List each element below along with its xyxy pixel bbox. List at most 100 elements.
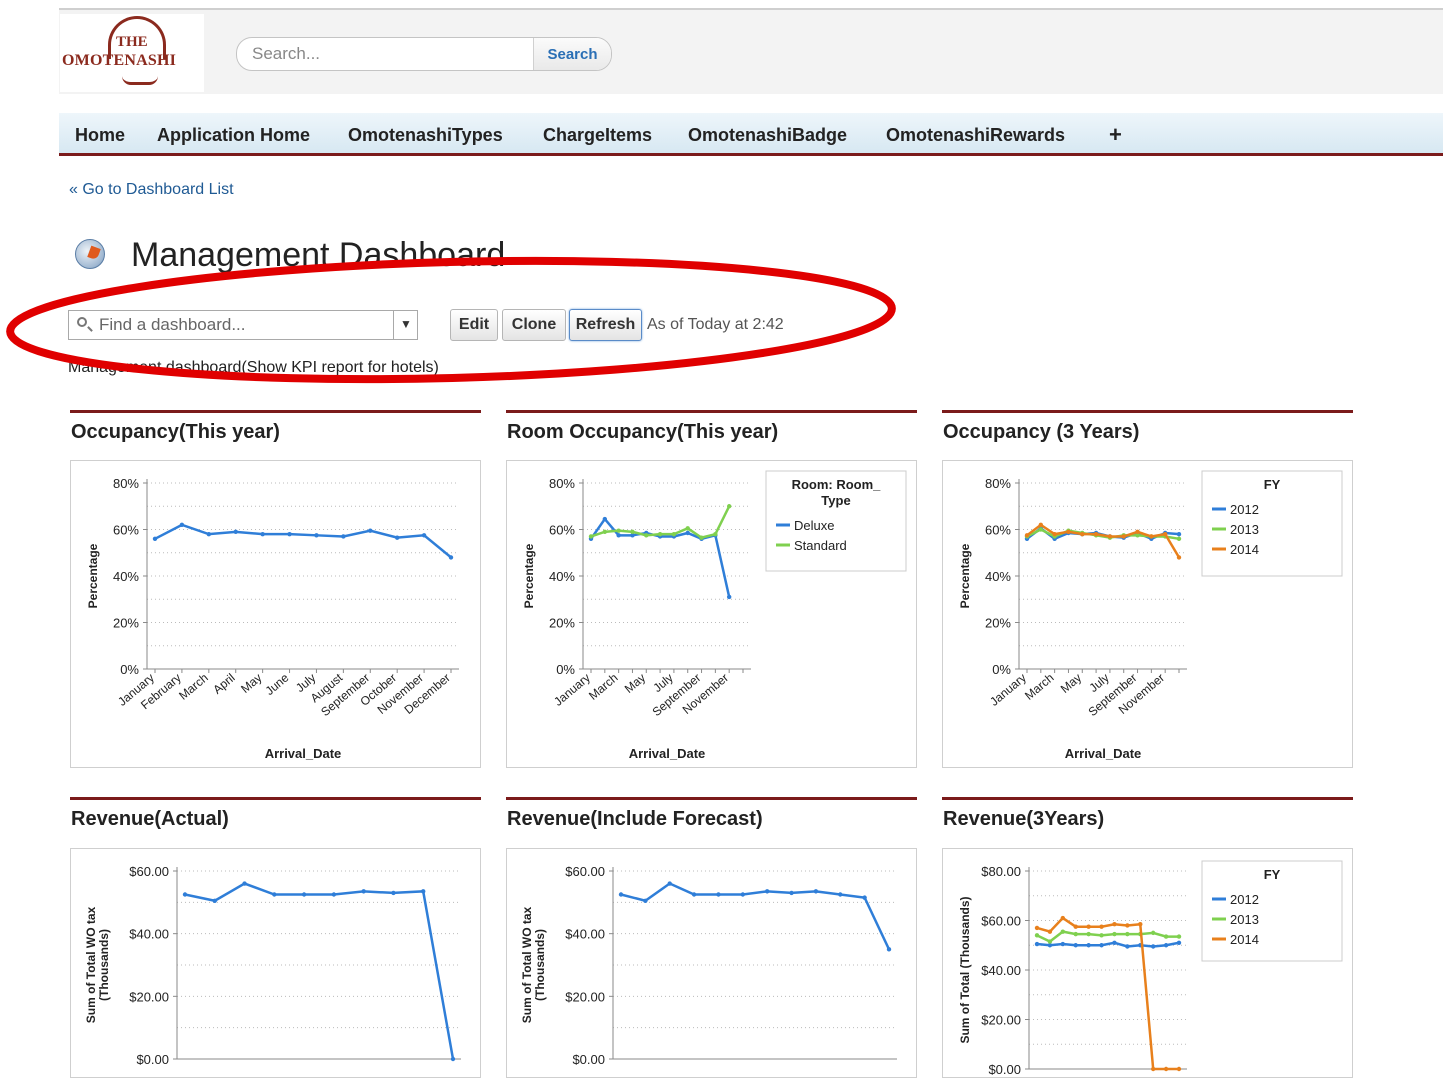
chart-title-occupancy-this-year: Occupancy(This year) — [71, 421, 280, 443]
y-tick-label: $80.00 — [981, 864, 1021, 879]
y-tick-label: $20.00 — [981, 1013, 1021, 1028]
data-point — [764, 889, 770, 894]
data-point — [206, 531, 212, 537]
x-tick-label: May — [1058, 671, 1084, 696]
panel-divider — [942, 797, 1353, 800]
data-point — [1163, 943, 1169, 948]
edit-button[interactable]: Edit — [450, 309, 498, 341]
y-axis-title-line: Sum of Total WO tax — [520, 906, 534, 1023]
data-point — [1125, 944, 1130, 949]
tab-omotenashi-rewards[interactable]: OmotenashiRewards — [886, 125, 1065, 146]
data-point — [726, 504, 732, 509]
data-point — [1034, 925, 1040, 931]
y-tick-label: $0.00 — [988, 1062, 1021, 1077]
data-point — [331, 892, 337, 897]
tab-home[interactable]: Home — [75, 125, 125, 146]
y-axis-title: Sum of Total (Thousands) — [958, 896, 972, 1043]
data-point — [1086, 924, 1091, 929]
tab-charge-items[interactable]: ChargeItems — [543, 125, 652, 146]
legend-entry: 2013 — [1230, 522, 1259, 537]
data-point — [1149, 534, 1154, 539]
data-point — [1176, 1066, 1182, 1072]
data-point — [1150, 944, 1156, 949]
chart-occupancy-this-year[interactable]: 0% 20% 40% 60% 80% Percentage January February M… — [70, 460, 481, 768]
data-point — [602, 516, 608, 522]
data-point — [691, 892, 697, 897]
find-dashboard-input[interactable] — [99, 311, 389, 339]
data-point — [301, 892, 307, 897]
data-point — [1099, 933, 1104, 938]
add-tab-icon[interactable]: + — [1109, 122, 1122, 148]
data-point — [1176, 555, 1182, 560]
chart-revenue-actual[interactable]: $0.00 $20.00 $40.00 $60.00 Sum of Total WO t… — [70, 848, 481, 1078]
chart-title-revenue-3-years: Revenue(3Years) — [943, 808, 1105, 830]
back-to-dashboard-list-link[interactable]: « Go to Dashboard List — [69, 181, 234, 199]
data-point — [368, 528, 373, 533]
clone-button[interactable]: Clone — [502, 309, 566, 341]
data-point — [740, 892, 746, 897]
search-button[interactable]: Search — [533, 38, 611, 70]
chevron-down-icon[interactable]: ▼ — [393, 311, 418, 339]
y-tick-label: 80% — [985, 476, 1011, 491]
search-input[interactable] — [237, 38, 529, 70]
data-point — [421, 889, 426, 894]
chart-room-occupancy[interactable]: 0% 20% 40% 60% 80% Percentage January March May J… — [506, 460, 917, 768]
data-point — [1099, 943, 1104, 948]
data-point — [1163, 1066, 1169, 1072]
find-dashboard-combobox: ▼ — [68, 310, 418, 340]
data-point — [1112, 922, 1117, 927]
data-point — [394, 535, 400, 540]
data-point — [1125, 931, 1130, 937]
legend-entry: Deluxe — [794, 518, 834, 533]
data-point — [1080, 531, 1085, 537]
y-axis-title-line: (Thousands) — [97, 929, 111, 1001]
tab-omotenashi-types[interactable]: OmotenashiTypes — [348, 125, 503, 146]
data-point — [616, 528, 621, 533]
data-point — [618, 892, 624, 897]
y-tick-label: 60% — [985, 523, 1011, 538]
data-point — [886, 947, 892, 952]
data-point — [1052, 531, 1057, 537]
data-point — [602, 529, 608, 535]
y-axis-title: Sum of Total WO tax(Thousands) — [84, 906, 111, 1023]
line-chart: 0%20%40%60%80%PercentageJanuaryMarch May J… — [522, 470, 907, 761]
data-point — [1047, 939, 1053, 944]
data-point — [588, 534, 594, 539]
y-tick-label: $20.00 — [129, 989, 169, 1004]
data-point — [1038, 527, 1044, 532]
chart-title-revenue-forecast: Revenue(Include Forecast) — [507, 808, 763, 830]
data-point — [1163, 934, 1169, 939]
data-point — [1176, 934, 1182, 939]
data-point — [391, 890, 396, 896]
y-tick-label: 20% — [113, 616, 139, 631]
series-line — [620, 882, 891, 950]
data-point — [657, 531, 663, 537]
tab-bar: Home Application Home OmotenashiTypes Ch… — [59, 113, 1443, 156]
x-tick-label: March — [586, 671, 621, 703]
y-tick-label: $40.00 — [129, 927, 169, 942]
data-point — [1073, 931, 1078, 937]
y-axis-title-line: Sum of Total WO tax — [84, 906, 98, 1023]
panel-divider — [506, 797, 917, 800]
chart-revenue-forecast[interactable]: $0.00 $20.00 $40.00 $60.00 Sum of Total WO t… — [506, 848, 917, 1078]
refresh-button[interactable]: Refresh — [569, 309, 642, 341]
data-point — [726, 594, 732, 600]
tab-application-home[interactable]: Application Home — [157, 125, 310, 146]
x-axis-title: Arrival_Date — [1065, 746, 1142, 761]
data-point — [671, 531, 677, 537]
y-tick-label: $0.00 — [136, 1052, 169, 1067]
data-point — [1047, 929, 1053, 934]
chart-revenue-3-years[interactable]: $0.00 $20.00 $40.00 $60.00 $80.00 Sum of Tota… — [942, 848, 1353, 1078]
legend-entry: 2014 — [1230, 932, 1259, 947]
company-logo[interactable]: THE OMOTENASHI — [60, 14, 204, 92]
data-point — [1093, 531, 1099, 537]
data-point — [450, 1056, 456, 1062]
tab-omotenashi-badge[interactable]: OmotenashiBadge — [688, 125, 847, 146]
chart-title-revenue-actual: Revenue(Actual) — [71, 808, 229, 830]
data-point — [152, 536, 158, 541]
data-point — [1135, 529, 1140, 535]
data-point — [1024, 533, 1030, 538]
line-chart: 0%20%40%60%80%PercentageJanuaryFebruaryM… — [86, 476, 459, 761]
chart-occupancy-3-years[interactable]: 0% 20% 40% 60% 80% Percentage January March May J… — [942, 460, 1353, 768]
line-chart: $0.00 $20.00 $40.00 $60.00 Sum of Total WO t… — [520, 864, 897, 1067]
